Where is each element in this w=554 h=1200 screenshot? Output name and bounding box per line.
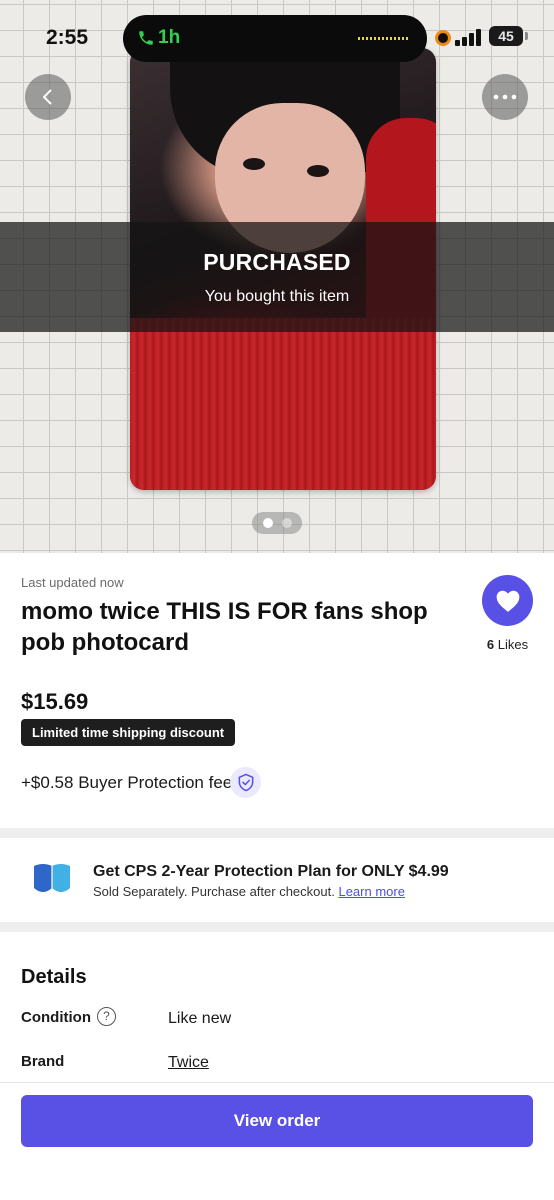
call-duration: 1h	[158, 27, 181, 48]
bottom-action-bar: View order	[0, 1082, 554, 1200]
pager-dot-1[interactable]	[262, 518, 273, 528]
back-button[interactable]	[25, 74, 71, 120]
purchased-title: PURCHASED	[203, 248, 351, 275]
cps-shield-icon	[34, 864, 70, 892]
shield-check-icon	[238, 773, 253, 792]
listing-photo[interactable]: PURCHASED You bought this item	[0, 0, 554, 553]
details-heading: Details	[21, 966, 87, 988]
dynamic-island[interactable]: 1h	[123, 15, 427, 62]
section-divider	[0, 828, 554, 838]
section-divider	[0, 922, 554, 932]
more-options-button[interactable]	[482, 74, 528, 120]
status-time: 2:55	[46, 26, 89, 49]
condition-label: Condition	[21, 1009, 91, 1026]
last-updated-label: Last updated now	[21, 575, 124, 590]
brand-label: Brand	[21, 1053, 65, 1070]
learn-more-link[interactable]: Learn more	[338, 884, 404, 899]
protection-plan-title: Get CPS 2-Year Protection Plan for ONLY …	[93, 863, 449, 880]
heart-icon	[496, 590, 519, 612]
more-horizontal-icon	[493, 94, 517, 100]
purchased-subtitle: You bought this item	[204, 287, 350, 305]
view-order-button[interactable]: View order	[21, 1095, 533, 1147]
phone-icon	[139, 31, 153, 45]
chevron-left-icon	[43, 89, 52, 105]
image-pager[interactable]	[252, 512, 302, 534]
shipping-discount-badge: Limited time shipping discount	[21, 719, 236, 746]
audio-waveform-icon	[358, 37, 410, 40]
condition-value: Like new	[168, 1010, 232, 1027]
item-price: $15.69	[21, 689, 89, 714]
item-title: momo twice THIS IS FOR fans shop pob pho…	[21, 598, 428, 656]
privacy-indicator-icon	[435, 30, 451, 46]
like-button[interactable]	[482, 575, 533, 626]
battery-icon: 45	[489, 26, 523, 46]
protection-plan-subtitle: Sold Separately. Purchase after checkout…	[93, 884, 405, 899]
likes-count: 6 Likes	[486, 637, 529, 652]
purchased-overlay: PURCHASED You bought this item	[0, 222, 554, 332]
brand-link[interactable]: Twice	[168, 1054, 209, 1072]
pager-dot-2[interactable]	[281, 518, 292, 528]
question-circle-icon[interactable]: ?	[97, 1007, 116, 1026]
buyer-protection-info-button[interactable]	[230, 767, 261, 798]
cellular-signal-icon	[455, 28, 485, 46]
buyer-protection-fee: +$0.58 Buyer Protection fee	[21, 773, 233, 792]
